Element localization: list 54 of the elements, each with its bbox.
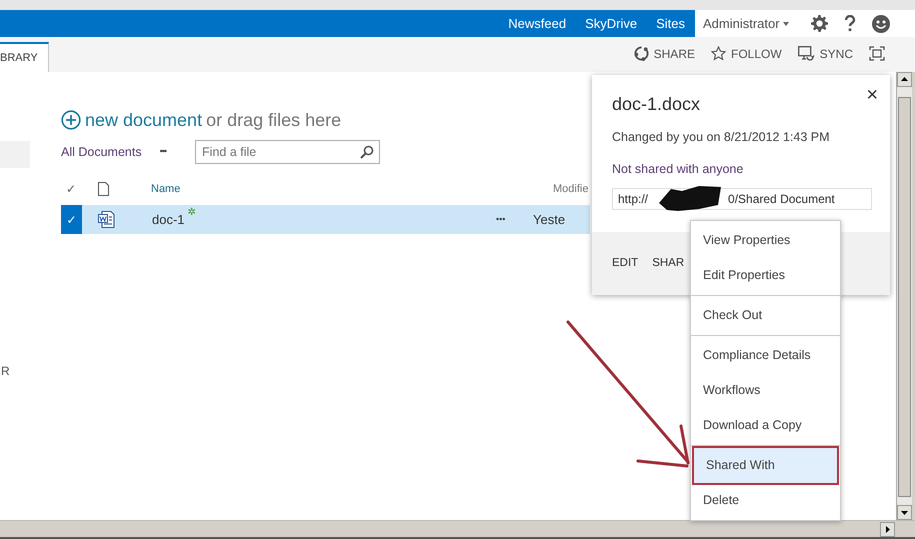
suite-link[interactable]: Newsfeed <box>508 14 566 34</box>
modified-cell-text: Yeste <box>533 210 566 229</box>
add-icon[interactable] <box>61 110 81 130</box>
smiley-icon[interactable] <box>872 14 890 32</box>
new-document-link[interactable]: new document <box>85 106 202 134</box>
monitor-sync-icon <box>798 46 815 61</box>
callout-action[interactable]: SHAR <box>652 254 684 272</box>
menu-item[interactable]: Check Out <box>691 298 840 333</box>
new-item-mark: ✲ <box>188 208 196 218</box>
menu-item[interactable]: Edit Properties <box>691 258 840 293</box>
menu-item[interactable]: Compliance Details <box>691 338 840 373</box>
nav-text[interactable]: R <box>1 364 10 378</box>
redaction-mark <box>657 184 723 212</box>
item-menu-button[interactable]: ••• <box>496 212 533 226</box>
ribbon-tab[interactable]: BRARY <box>0 42 49 72</box>
focus-icon[interactable] <box>869 46 885 61</box>
search-icon[interactable] <box>360 145 374 159</box>
menu-item[interactable]: Shared With <box>694 448 837 483</box>
close-button[interactable]: × <box>866 85 878 105</box>
star-icon <box>710 46 726 61</box>
vertical-scrollbar[interactable] <box>896 72 912 520</box>
file-name-link[interactable]: doc-1 <box>152 210 185 230</box>
horizontal-scrollbar[interactable] <box>0 520 915 539</box>
url-field[interactable]: http:// 0/Shared Document <box>612 188 872 210</box>
sharing-link[interactable]: Not shared with anyone <box>612 160 872 178</box>
row-checkbox[interactable]: ✓ <box>61 205 82 234</box>
more-views-button[interactable]: ••• <box>160 145 166 159</box>
callout-title: doc-1.docx <box>612 93 702 116</box>
document-row[interactable]: ✓ doc-1 ✲ ••• Yeste <box>61 205 590 234</box>
scroll-thumb[interactable] <box>898 97 911 497</box>
suite-link[interactable]: Sites <box>656 14 685 34</box>
share-icon <box>634 46 649 61</box>
column-header[interactable]: Name <box>151 180 553 198</box>
caret-icon <box>782 22 789 26</box>
menu-item[interactable]: Download a Copy <box>691 408 840 443</box>
menu-item[interactable]: View Properties <box>691 223 840 258</box>
ribbon-action[interactable]: FOLLOW <box>710 44 782 62</box>
view-link[interactable]: All Documents <box>61 142 142 162</box>
ribbon-action[interactable]: SHARE <box>634 44 695 62</box>
suite-link[interactable]: SkyDrive <box>585 14 638 34</box>
drag-hint: or drag files here <box>206 108 342 132</box>
document-icon <box>98 182 109 196</box>
menu-item[interactable]: Delete <box>691 483 840 518</box>
menu-item[interactable]: Workflows <box>691 373 840 408</box>
settings-icon[interactable] <box>810 15 828 32</box>
user-menu[interactable]: Administrator <box>703 14 789 34</box>
column-header[interactable]: Modifie <box>553 180 588 198</box>
select-all-check[interactable]: ✓ <box>66 180 76 198</box>
search-field[interactable]: Find a file <box>195 140 380 164</box>
help-icon[interactable] <box>844 15 856 32</box>
callout-action[interactable]: EDIT <box>612 254 638 272</box>
change-info: Changed by you on 8/21/2012 1:43 PM <box>612 129 831 146</box>
word-file-icon <box>98 211 115 228</box>
ribbon-action[interactable]: SYNC <box>798 44 853 62</box>
